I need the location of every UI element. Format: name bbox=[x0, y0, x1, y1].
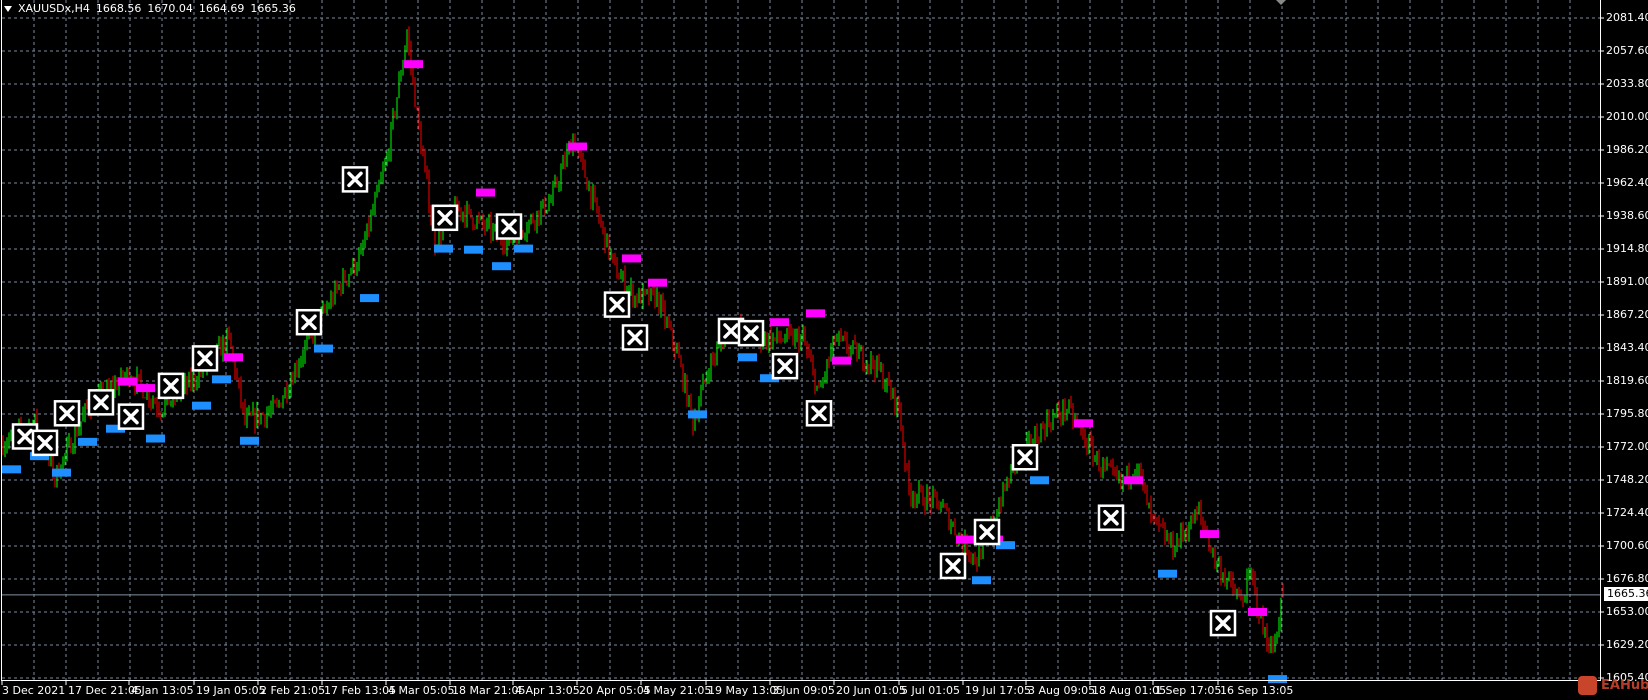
sell-level-marker bbox=[770, 318, 789, 327]
buy-level-marker bbox=[78, 437, 97, 446]
sell-level-marker bbox=[622, 254, 641, 263]
buy-level-marker bbox=[1030, 476, 1049, 485]
sell-level-marker bbox=[224, 353, 243, 362]
high-value: 1670.04 bbox=[147, 2, 193, 15]
dropdown-triangle-icon[interactable] bbox=[4, 5, 12, 12]
buy-level-marker bbox=[688, 410, 707, 419]
time-tick-label: 3 Jun 09:05 bbox=[772, 684, 835, 697]
buy-level-marker bbox=[240, 436, 259, 445]
buy-level-marker bbox=[514, 244, 533, 253]
price-tick-label: 1891.00 bbox=[1606, 275, 1648, 288]
buy-level-marker bbox=[212, 375, 231, 384]
sell-level-marker bbox=[136, 384, 155, 393]
buy-level-marker bbox=[464, 245, 483, 254]
buy-level-marker bbox=[2, 465, 21, 474]
sell-level-marker bbox=[1200, 530, 1219, 539]
symbol-label: XAUUSDx,H4 bbox=[18, 2, 90, 15]
time-tick-label: 19 Jan 05:05 bbox=[196, 684, 266, 697]
buy-level-marker bbox=[52, 468, 71, 477]
sell-level-marker bbox=[568, 142, 587, 151]
time-tick-label: 2 Feb 21:05 bbox=[260, 684, 326, 697]
price-tick-label: 1819.60 bbox=[1606, 374, 1648, 387]
price-tick-label: 1772.00 bbox=[1606, 440, 1648, 453]
current-price-label: 1665.36 bbox=[1604, 587, 1648, 601]
time-tick-label: 1 Sep 17:05 bbox=[1155, 684, 1222, 697]
sell-level-marker bbox=[1124, 476, 1143, 485]
time-tick-label: 4 Jan 13:05 bbox=[131, 684, 194, 697]
open-value: 1668.56 bbox=[95, 2, 142, 15]
price-tick-label: 1986.20 bbox=[1606, 143, 1648, 156]
buy-level-marker bbox=[146, 434, 165, 443]
time-tick-label: 20 Jun 01:05 bbox=[836, 684, 906, 697]
price-tick-label: 1724.40 bbox=[1606, 506, 1648, 519]
price-tick-label: 2081.40 bbox=[1606, 11, 1648, 24]
sell-level-marker bbox=[648, 278, 667, 287]
sell-level-marker bbox=[404, 60, 423, 69]
price-tick-label: 1867.20 bbox=[1606, 308, 1648, 321]
time-tick-label: 3 Aug 09:05 bbox=[1028, 684, 1096, 697]
low-value: 1664.69 bbox=[198, 2, 245, 15]
price-tick-label: 1653.00 bbox=[1606, 605, 1648, 618]
price-tick-label: 2010.00 bbox=[1606, 110, 1648, 123]
time-tick-label: 16 Sep 13:05 bbox=[1220, 684, 1294, 697]
buy-level-marker bbox=[972, 576, 991, 585]
price-tick-label: 1795.80 bbox=[1606, 407, 1648, 420]
time-tick-label: 4 Apr 13:05 bbox=[515, 684, 580, 697]
buy-level-marker bbox=[1158, 569, 1177, 578]
time-tick-label: 20 Apr 05:05 bbox=[579, 684, 651, 697]
chart-header: XAUUSDx,H4 1668.56 1670.04 1664.69 1665.… bbox=[4, 2, 296, 15]
price-tick-label: 2033.80 bbox=[1606, 77, 1648, 90]
watermark-text: EAHub bbox=[1601, 678, 1648, 693]
sell-level-marker bbox=[1074, 419, 1093, 428]
price-tick-label: 1629.20 bbox=[1606, 638, 1648, 651]
price-tick-label: 1914.80 bbox=[1606, 242, 1648, 255]
price-chart[interactable] bbox=[0, 0, 1648, 700]
sell-level-marker bbox=[1248, 608, 1267, 616]
sell-level-marker bbox=[118, 377, 137, 386]
sell-level-marker bbox=[476, 188, 495, 197]
sell-level-marker bbox=[956, 535, 975, 544]
time-tick-label: 3 Dec 2021 bbox=[2, 684, 66, 697]
buy-level-marker bbox=[1268, 675, 1287, 684]
price-tick-label: 1676.80 bbox=[1606, 572, 1648, 585]
time-tick-label: 19 Jul 17:05 bbox=[965, 684, 1031, 697]
price-tick-label: 1843.40 bbox=[1606, 341, 1648, 354]
buy-level-marker bbox=[434, 244, 453, 253]
sell-level-marker bbox=[806, 309, 825, 318]
buy-level-marker bbox=[492, 262, 511, 271]
price-tick-label: 1700.60 bbox=[1606, 539, 1648, 552]
buy-level-marker bbox=[314, 344, 333, 353]
buy-level-marker bbox=[192, 401, 211, 410]
price-tick-label: 1748.20 bbox=[1606, 473, 1648, 486]
close-value: 1665.36 bbox=[250, 2, 296, 15]
time-tick-label: 17 Feb 13:05 bbox=[324, 684, 397, 697]
buy-level-marker bbox=[360, 294, 379, 303]
chart-shift-marker-icon[interactable] bbox=[1276, 0, 1286, 5]
time-tick-label: 4 May 21:05 bbox=[643, 684, 712, 697]
price-tick-label: 1962.40 bbox=[1606, 176, 1648, 189]
price-tick-label: 1938.60 bbox=[1606, 209, 1648, 222]
eahub-watermark: EAHub bbox=[1578, 676, 1648, 695]
buy-level-marker bbox=[738, 353, 757, 362]
time-tick-label: 4 Mar 05:05 bbox=[388, 684, 455, 697]
time-tick-label: 5 Jul 01:05 bbox=[901, 684, 960, 697]
price-tick-label: 2057.60 bbox=[1606, 44, 1648, 57]
sell-level-marker bbox=[832, 356, 851, 365]
pig-logo-icon bbox=[1578, 676, 1597, 695]
